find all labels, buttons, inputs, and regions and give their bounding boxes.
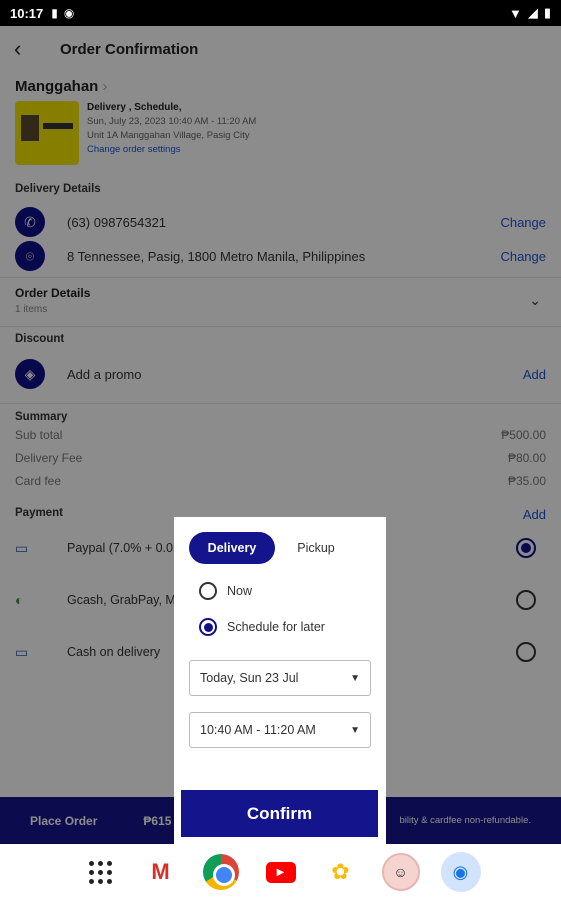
battery-icon: ▮ [543, 5, 551, 20]
sync-icon: ◉ [63, 6, 75, 20]
messages-icon[interactable]: ◉ [440, 852, 481, 892]
time-select[interactable]: 10:40 AM - 11:20 AM ▼ [189, 712, 371, 748]
radio-selected[interactable] [199, 618, 217, 636]
wifi-icon: ▼ [508, 5, 522, 21]
chrome-icon[interactable] [201, 852, 241, 892]
youtube-icon[interactable]: ▶ [261, 852, 301, 892]
status-bar: 10:17 ▮ ◉ ▼ ◢ ▮ [0, 0, 561, 26]
dropdown-arrow-icon: ▼ [350, 724, 360, 736]
gmail-icon[interactable]: M [141, 852, 181, 892]
photos-icon[interactable]: ✿ [321, 852, 361, 892]
order-type-dialog: Delivery Pickup Now Schedule for later T… [174, 517, 386, 844]
confirm-button[interactable]: Confirm [181, 790, 378, 837]
radio-unselected[interactable] [199, 582, 217, 600]
avatar[interactable]: ☺ [381, 852, 421, 892]
option-now[interactable]: Now [189, 580, 371, 602]
tab-delivery[interactable]: Delivery [189, 532, 275, 564]
status-time: 10:17 [10, 5, 44, 21]
dropdown-arrow-icon: ▼ [350, 672, 360, 684]
option-schedule-later[interactable]: Schedule for later [189, 616, 371, 638]
date-select[interactable]: Today, Sun 23 Jul ▼ [189, 660, 371, 696]
sim-icon: ▮ [51, 6, 58, 20]
app-dock: M ▶ ✿ ☺ ◉ [0, 844, 561, 900]
app-drawer-icon[interactable] [81, 852, 121, 892]
order-type-toggle: Delivery Pickup [189, 532, 371, 564]
tab-pickup[interactable]: Pickup [281, 532, 351, 564]
signal-icon: ◢ [527, 5, 538, 20]
